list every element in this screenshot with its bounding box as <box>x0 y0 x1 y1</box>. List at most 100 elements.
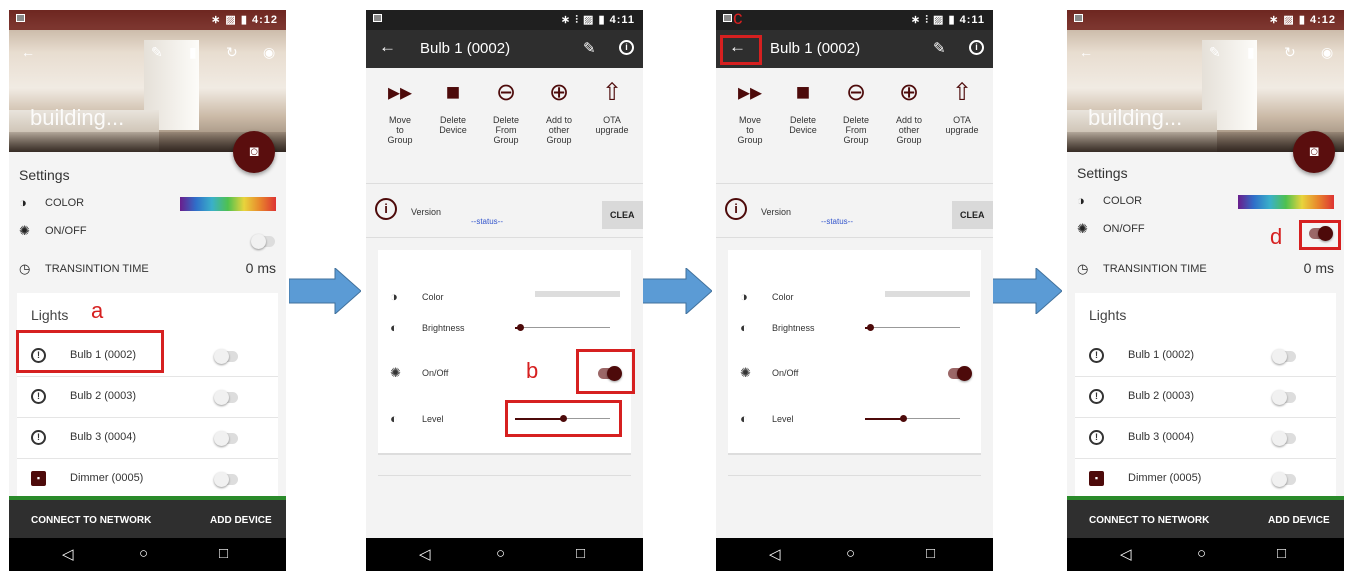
delete-from-group-button[interactable]: ⊖ Delete From Group <box>481 78 531 145</box>
add-to-group-button[interactable]: ⊕ Add to other Group <box>884 78 934 145</box>
plus-circle-icon: ⊕ <box>898 79 920 106</box>
alert-icon: ! <box>1089 348 1104 363</box>
target-icon[interactable]: ◉ <box>1321 44 1333 61</box>
add-device-button[interactable]: ADD DEVICE <box>1268 515 1330 526</box>
refresh-icon[interactable]: ↻ <box>1284 44 1296 61</box>
hero-caption: building... <box>30 105 125 130</box>
nav-recent-icon[interactable]: □ <box>219 545 228 562</box>
delete-icon[interactable]: ▮ <box>189 44 197 61</box>
highlight-b <box>576 349 635 394</box>
device-row-bulb-1[interactable]: ! Bulb 1 (0002) <box>1075 336 1336 377</box>
refresh-icon[interactable]: ↻ <box>226 44 238 61</box>
delete-device-button[interactable]: ■ Delete Device <box>428 78 478 135</box>
clock-icon: ◷ <box>1077 261 1089 276</box>
nav-home-icon[interactable]: ○ <box>139 545 148 562</box>
connect-to-network-button[interactable]: CONNECT TO NETWORK <box>1089 515 1209 526</box>
hero-caption: building... <box>1088 105 1183 130</box>
ota-upgrade-button[interactable]: ⇧ OTA upgrade <box>937 78 987 135</box>
onoff-toggle[interactable] <box>948 366 972 381</box>
nav-home-icon[interactable]: ○ <box>1197 545 1206 562</box>
ota-upgrade-button[interactable]: ⇧ OTA upgrade <box>587 78 637 135</box>
color-bar[interactable] <box>535 291 620 297</box>
alert-icon: ! <box>1089 389 1104 404</box>
bottom-action-bar: CONNECT TO NETWORK ADD DEVICE <box>9 496 286 538</box>
brightness-slider[interactable] <box>865 324 960 331</box>
level-slider[interactable] <box>865 415 960 422</box>
move-to-group-button[interactable]: ▸▸ Move to Group <box>375 78 425 145</box>
nav-recent-icon[interactable]: □ <box>576 545 585 562</box>
device-toggle[interactable] <box>214 390 238 405</box>
status-bar: ∗ ⫶ ▨ ▮ 4:11 <box>366 10 643 30</box>
android-nav-bar: ◁ ○ □ <box>366 538 643 571</box>
back-arrow-icon[interactable]: ← <box>1079 44 1093 60</box>
device-toggle[interactable] <box>1272 431 1296 446</box>
camera-button[interactable]: ◙ <box>233 131 275 173</box>
nav-back-icon[interactable]: ◁ <box>419 545 431 563</box>
info-icon[interactable]: i <box>969 40 984 55</box>
device-toggle[interactable] <box>214 349 238 364</box>
color-spectrum[interactable] <box>1238 195 1334 209</box>
android-nav-bar: ◁ ○ □ <box>1067 538 1344 571</box>
delete-device-button[interactable]: ■ Delete Device <box>778 78 828 135</box>
delete-from-group-button[interactable]: ⊖ Delete From Group <box>831 78 881 145</box>
clock-icon: ◷ <box>19 261 31 276</box>
move-to-group-button[interactable]: ▸▸ Move to Group <box>725 78 775 145</box>
android-nav-bar: ◁ ○ □ <box>9 538 286 571</box>
connect-to-network-button[interactable]: CONNECT TO NETWORK <box>31 515 151 526</box>
marker-d: d <box>1270 224 1283 249</box>
brightness-slider[interactable] <box>515 324 610 331</box>
back-arrow-icon[interactable]: ← <box>21 44 35 60</box>
device-row-bulb-2[interactable]: ! Bulb 2 (0003) <box>1075 377 1336 418</box>
color-setting-row: ◑ COLOR <box>19 196 276 218</box>
highlight-level <box>505 400 622 437</box>
nav-recent-icon[interactable]: □ <box>926 545 935 562</box>
edit-icon[interactable]: ✎ <box>933 39 946 57</box>
target-icon[interactable]: ◉ <box>263 44 275 61</box>
clear-button[interactable]: CLEA <box>602 201 643 229</box>
nav-back-icon[interactable]: ◁ <box>1120 545 1132 563</box>
control-panel: ◑ Color ◐ Brightness ✺ On/Off ◐ Level <box>728 250 981 455</box>
delete-icon[interactable]: ▮ <box>1247 44 1255 61</box>
nav-back-icon[interactable]: ◁ <box>769 545 781 563</box>
device-toggle[interactable] <box>214 472 238 487</box>
add-device-button[interactable]: ADD DEVICE <box>210 515 272 526</box>
color-setting-row: ◑ COLOR <box>1077 194 1334 216</box>
info-icon[interactable]: i <box>619 40 634 55</box>
color-bar[interactable] <box>885 291 970 297</box>
status-bar: ∗ ⫶ ▨ ▮ 4:11 <box>716 10 993 30</box>
marker-c: c <box>733 8 743 29</box>
settings-title: Settings <box>19 167 70 183</box>
level-control-row: ◐ Level <box>728 410 981 430</box>
onoff-toggle[interactable] <box>251 234 275 249</box>
device-toggle[interactable] <box>1272 349 1296 364</box>
bottom-action-bar: CONNECT TO NETWORK ADD DEVICE <box>1067 496 1344 538</box>
device-toggle[interactable] <box>1272 472 1296 487</box>
device-row-dimmer[interactable]: ▪ Dimmer (0005) <box>17 459 278 500</box>
fast-forward-icon: ▸▸ <box>387 79 413 106</box>
lights-card: Lights ! Bulb 1 (0002) ! Bulb 2 (0003) ! Bu… <box>17 293 278 500</box>
add-to-group-button[interactable]: ⊕ Add to other Group <box>534 78 584 145</box>
device-row-bulb-3[interactable]: ! Bulb 3 (0004) <box>1075 418 1336 459</box>
edit-icon[interactable]: ✎ <box>583 39 596 57</box>
device-row-dimmer[interactable]: ▪ Dimmer (0005) <box>1075 459 1336 500</box>
color-spectrum[interactable] <box>180 197 276 211</box>
edit-icon[interactable]: ✎ <box>1209 44 1221 61</box>
nav-home-icon[interactable]: ○ <box>846 545 855 562</box>
trash-icon: ■ <box>445 79 461 106</box>
upload-icon: ⇧ <box>951 79 973 106</box>
dimmer-icon: ▪ <box>31 471 46 486</box>
device-row-bulb-3[interactable]: ! Bulb 3 (0004) <box>17 418 278 459</box>
device-row-bulb-2[interactable]: ! Bulb 2 (0003) <box>17 377 278 418</box>
device-toggle[interactable] <box>214 431 238 446</box>
level-icon: ◐ <box>390 411 398 426</box>
nav-home-icon[interactable]: ○ <box>496 545 505 562</box>
nav-back-icon[interactable]: ◁ <box>62 545 74 563</box>
nav-recent-icon[interactable]: □ <box>1277 545 1286 562</box>
device-toggle[interactable] <box>1272 390 1296 405</box>
back-arrow-icon[interactable]: ← <box>379 37 396 57</box>
version-row: i Version --status-- CLEA <box>366 183 643 238</box>
clear-button[interactable]: CLEA <box>952 201 993 229</box>
edit-icon[interactable]: ✎ <box>151 44 163 61</box>
transition-time-row: ◷ TRANSINTION TIME 0 ms <box>1077 260 1334 276</box>
camera-button[interactable]: ◙ <box>1293 131 1335 173</box>
